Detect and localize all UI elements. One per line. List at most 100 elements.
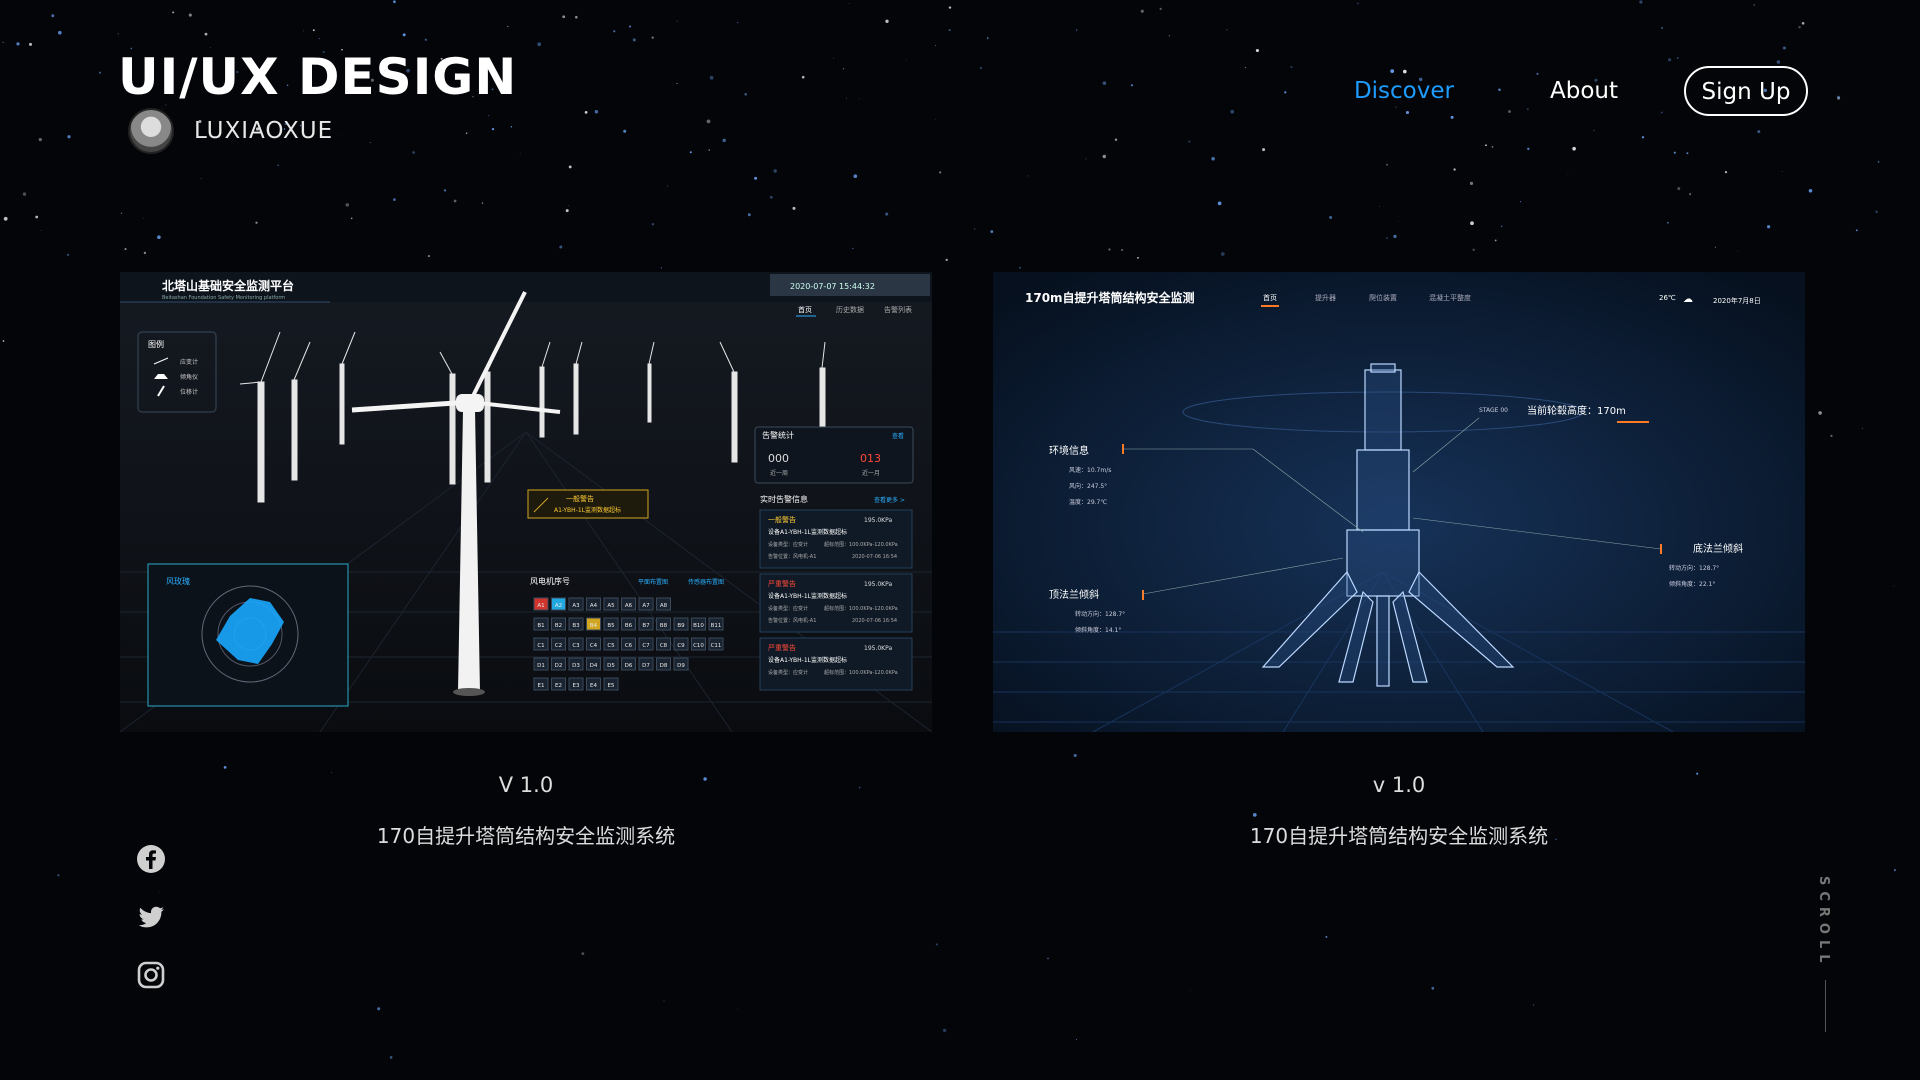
turbine-label-B9: B9 xyxy=(677,623,685,629)
turbine-label-B5: B5 xyxy=(607,623,615,629)
turbine-label-C8: C8 xyxy=(660,643,668,649)
turbine-label-B2: B2 xyxy=(555,623,562,629)
project-2-name[interactable]: 170自提升塔筒结构安全监测系统 xyxy=(993,820,1805,849)
scroll-indicator-label: SCROLL xyxy=(1816,876,1831,969)
turbine-label-C3: C3 xyxy=(572,643,580,649)
turbine-label-C10: C10 xyxy=(693,643,704,649)
dash-subtitle: Beitashan Foundation Safety Monitoring p… xyxy=(162,295,285,301)
env-wind-direction: 风向：247.5° xyxy=(1069,482,1107,490)
turbine-label-A3: A3 xyxy=(572,603,580,609)
nav-about-link[interactable]: About xyxy=(1550,78,1618,104)
tower-tab-climb: 爬位装置 xyxy=(1369,293,1397,302)
svg-text:告警位置：风电机-A1: 告警位置：风电机-A1 xyxy=(768,617,816,624)
alarm-month-label: 近一月 xyxy=(862,469,880,477)
scroll-indicator-line[interactable] xyxy=(1825,980,1826,1032)
turbine-label-D1: D1 xyxy=(537,663,545,669)
svg-text:195.0KPa: 195.0KPa xyxy=(864,581,892,588)
current-height: 当前轮毂高度：170m xyxy=(1527,404,1626,417)
instagram-icon[interactable] xyxy=(136,960,166,990)
bottom-flange-rotation: 转动方向：128.7° xyxy=(1669,564,1719,572)
dash-datetime: 2020-07-07 15:44:32 xyxy=(790,282,875,291)
legend-item-1: 应变计 xyxy=(180,358,198,366)
facebook-icon[interactable] xyxy=(136,844,166,874)
tower-tab-lifter: 提升器 xyxy=(1315,293,1336,302)
turbine-label-C6: C6 xyxy=(625,643,633,649)
turbine-label-E5: E5 xyxy=(608,683,615,689)
svg-text:195.0KPa: 195.0KPa xyxy=(864,645,892,652)
dash-tab-alarms: 告警列表 xyxy=(884,305,912,314)
turbine-label-D5: D5 xyxy=(607,663,615,669)
project-card-tower[interactable]: 170m自提升塔筒结构安全监测 首页 提升器 爬位装置 混凝土平整度 26℃ 2… xyxy=(993,272,1805,732)
turbine-label-D6: D6 xyxy=(625,663,633,669)
svg-text:超标范围：100.0KPa-120.0KPa: 超标范围：100.0KPa-120.0KPa xyxy=(824,605,898,612)
svg-text:设备A1-YBH-1L监测数据超标: 设备A1-YBH-1L监测数据超标 xyxy=(768,528,847,536)
svg-text:2020-07-06 16:54: 2020-07-06 16:54 xyxy=(852,554,897,560)
turbine-label-D3: D3 xyxy=(572,663,580,669)
legend-title: 图例 xyxy=(148,339,164,349)
turbine-label-C7: C7 xyxy=(642,643,650,649)
tower-temp: 26℃ xyxy=(1659,294,1676,302)
turbine-label-B8: B8 xyxy=(660,623,668,629)
svg-text:设备类型：应变计: 设备类型：应变计 xyxy=(768,541,808,548)
turbine-label-D7: D7 xyxy=(642,663,650,669)
turbine-label-B4: B4 xyxy=(590,623,598,629)
turbine-label-B1: B1 xyxy=(537,623,544,629)
svg-text:告警位置：风电机-A1: 告警位置：风电机-A1 xyxy=(768,553,816,560)
project-1-name[interactable]: 170自提升塔筒结构安全监测系统 xyxy=(120,820,932,849)
env-info-title: 环境信息 xyxy=(1049,444,1089,457)
turbine-label-A6: A6 xyxy=(625,603,633,609)
twitter-icon[interactable] xyxy=(136,902,166,932)
svg-text:一般警告: 一般警告 xyxy=(768,515,796,524)
project-card-wind-farm[interactable]: 北塔山基础安全监测平台 Beitashan Foundation Safety … xyxy=(120,272,932,732)
svg-text:超标范围：100.0KPa-120.0KPa: 超标范围：100.0KPa-120.0KPa xyxy=(824,669,898,676)
alarm-stats-title: 告警统计 xyxy=(762,430,794,440)
avatar xyxy=(128,108,174,154)
svg-text:严重警告: 严重警告 xyxy=(768,579,796,588)
callout-title: 一般警告 xyxy=(566,494,594,503)
turbine-label-C9: C9 xyxy=(677,643,685,649)
turbine-label-C2: C2 xyxy=(555,643,562,649)
page-title: UI/UX DESIGN xyxy=(118,48,518,106)
realtime-alarms-title: 实时告警信息 xyxy=(760,494,808,504)
wind-rose-panel: 风玫瑰 xyxy=(147,563,349,707)
dash-title: 北塔山基础安全监测平台 xyxy=(162,278,294,293)
dash-tab-home: 首页 xyxy=(798,305,812,314)
top-flange-title: 顶法兰倾斜 xyxy=(1049,588,1099,601)
turbine-list-title: 风电机序号 xyxy=(530,576,570,586)
svg-text:设备类型：应变计: 设备类型：应变计 xyxy=(768,669,808,676)
turbine-label-E3: E3 xyxy=(573,683,580,689)
weather-icon: ☁ xyxy=(1683,294,1693,305)
stage-label: STAGE 00 xyxy=(1479,407,1508,414)
turbine-label-E4: E4 xyxy=(590,683,597,689)
author-name: LUXIAOXUE xyxy=(194,118,334,144)
alarm-week-value: 000 xyxy=(768,452,789,465)
svg-text:设备A1-YBH-1L监测数据超标: 设备A1-YBH-1L监测数据超标 xyxy=(768,592,847,600)
turbine-link-sensors: 传感器布置图 xyxy=(688,578,724,586)
top-nav: Discover About Sign Up xyxy=(1354,66,1808,116)
alarm-week-label: 近一周 xyxy=(770,469,788,477)
svg-text:195.0KPa: 195.0KPa xyxy=(864,517,892,524)
project-1-version: V 1.0 xyxy=(498,773,554,797)
nav-discover-link[interactable]: Discover xyxy=(1354,78,1454,104)
tower-dash-title: 170m自提升塔筒结构安全监测 xyxy=(1025,290,1195,305)
tower-date: 2020年7月8日 xyxy=(1713,296,1761,305)
sign-up-button[interactable]: Sign Up xyxy=(1684,66,1808,116)
dash-tab-history: 历史数据 xyxy=(836,305,864,314)
bottom-flange-tilt: 倾斜角度：22.1° xyxy=(1669,580,1715,588)
author-block: LUXIAOXUE xyxy=(128,108,333,154)
alarm-month-value: 013 xyxy=(860,452,881,465)
turbine-label-E2: E2 xyxy=(555,683,562,689)
turbine-label-D4: D4 xyxy=(590,663,598,669)
bottom-flange-title: 底法兰倾斜 xyxy=(1693,542,1743,555)
turbine-link-layout: 平面布置图 xyxy=(638,578,668,586)
turbine-label-A8: A8 xyxy=(660,603,668,609)
tower-dashboard-screenshot: 170m自提升塔筒结构安全监测 首页 提升器 爬位装置 混凝土平整度 26℃ 2… xyxy=(993,272,1805,732)
turbine-label-E1: E1 xyxy=(538,683,545,689)
svg-text:设备A1-YBH-1L监测数据超标: 设备A1-YBH-1L监测数据超标 xyxy=(768,656,847,664)
tower-tab-home: 首页 xyxy=(1263,293,1277,302)
wind-farm-dashboard-screenshot: 北塔山基础安全监测平台 Beitashan Foundation Safety … xyxy=(120,272,932,732)
alarm-card-3: 严重警告 195.0KPa 设备A1-YBH-1L监测数据超标 设备类型：应变计… xyxy=(759,637,913,691)
top-flange-rotation: 转动方向：128.7° xyxy=(1075,610,1125,618)
turbine-label-B3: B3 xyxy=(572,623,580,629)
turbine-label-C4: C4 xyxy=(590,643,598,649)
